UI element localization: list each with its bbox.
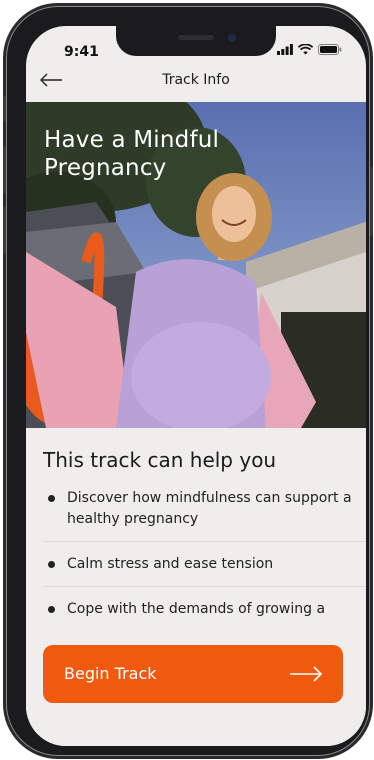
arrow-right-icon [290,666,323,682]
hero-title: Have a Mindful Pregnancy [44,126,219,182]
list-item-text: Cope with the demands of growing a [67,601,326,617]
wifi-icon [298,44,313,55]
hero-title-line2: Pregnancy [44,155,167,181]
bullet-icon [48,606,55,613]
begin-track-label: Begin Track [64,664,157,683]
list-item: Discover how mindfulness can support a h… [43,488,366,542]
bullet-icon [48,495,55,502]
list-item-text: Calm stress and ease tension [67,556,274,572]
page-title: Track Info [162,72,230,88]
front-camera [228,34,236,42]
screen: 9:41 Track Info Have a Mindful Pregnancy… [26,26,366,746]
status-time: 9:41 [64,44,99,60]
list-item: Cope with the demands of growing a [43,599,366,631]
cellular-signal-icon [277,44,293,55]
begin-track-button[interactable]: Begin Track [43,645,343,703]
hero-title-line1: Have a Mindful [44,127,220,153]
power-button [370,166,373,236]
hero-image: Have a Mindful Pregnancy [26,102,366,428]
benefits-list: Discover how mindfulness can support a h… [43,488,366,643]
list-item-text: Discover how mindfulness can support a h… [67,490,352,527]
status-icons [277,44,342,55]
section-title: This track can help you [43,448,277,472]
notch [116,26,276,56]
bullet-icon [48,561,55,568]
speaker [178,35,214,40]
battery-icon [318,44,342,55]
list-item: Calm stress and ease tension [43,554,366,587]
volume-down-button [3,206,6,254]
volume-up-button [3,146,6,194]
mute-switch [3,96,6,122]
phone-frame: 9:41 Track Info Have a Mindful Pregnancy… [3,6,373,756]
top-bar: Track Info [26,64,366,102]
track-benefits-section: This track can help you Discover how min… [26,428,366,746]
